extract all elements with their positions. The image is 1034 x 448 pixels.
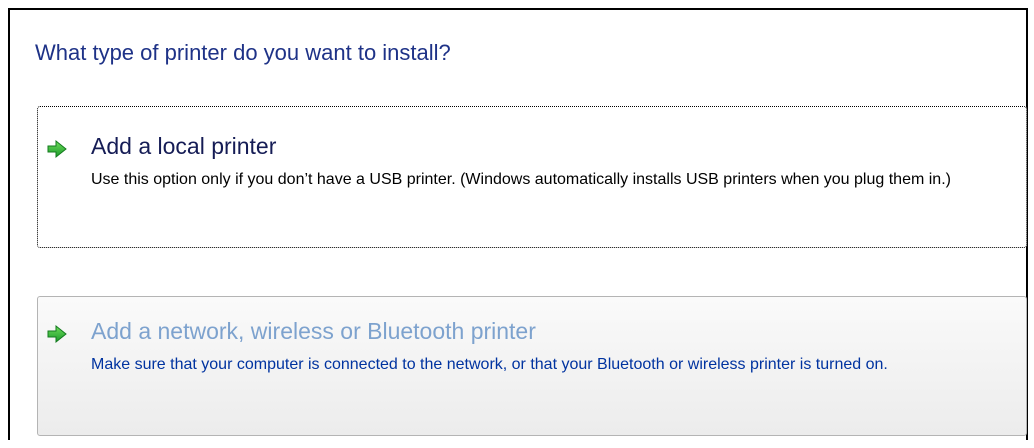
green-arrow-icon [47,324,67,344]
green-arrow-icon [47,139,67,159]
add-network-printer-title: Add a network, wireless or Bluetooth pri… [91,318,536,344]
add-network-printer-description: Make sure that your computer is connecte… [91,356,888,373]
page-heading: What type of printer do you want to inst… [35,40,451,65]
add-local-printer-description: Use this option only if you don’t have a… [91,171,951,188]
add-printer-dialog: What type of printer do you want to inst… [8,8,1028,440]
add-local-printer-option[interactable]: Add a local printer Use this option only… [37,106,1027,248]
add-network-printer-option[interactable]: Add a network, wireless or Bluetooth pri… [37,296,1027,436]
add-local-printer-title: Add a local printer [91,133,277,159]
